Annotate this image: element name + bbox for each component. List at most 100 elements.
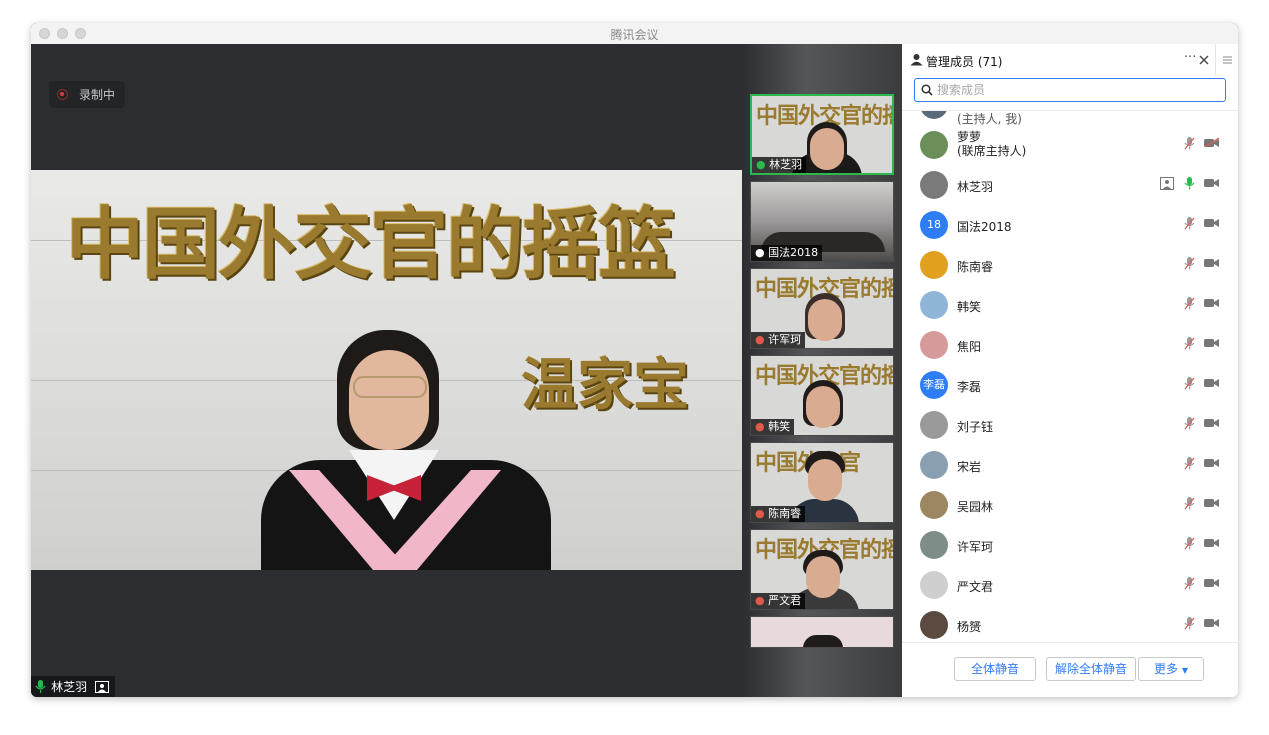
mic-muted-icon[interactable] <box>1184 577 1195 590</box>
mic-muted-icon[interactable] <box>1184 137 1195 150</box>
camera-icon[interactable] <box>1204 377 1220 389</box>
member-row[interactable]: (主持人, 我) <box>902 111 1238 126</box>
meeting-window: 腾讯会议 录制中 中国外交官的摇篮 温家宝 林芝羽 中国外交官的 ● 林芝羽 ●… <box>31 23 1238 697</box>
mic-on-icon[interactable] <box>1184 177 1195 190</box>
avatar <box>920 131 948 159</box>
member-role: (联席主持人) <box>957 144 1027 158</box>
hamburger-icon <box>1223 56 1232 64</box>
unmute-all-button[interactable]: 解除全体静音 <box>1046 657 1136 681</box>
member-row[interactable]: 韩笑 <box>902 285 1238 325</box>
member-search[interactable] <box>914 78 1226 102</box>
mic-on-icon <box>35 680 46 693</box>
speaker-name: 林芝羽 <box>51 680 88 694</box>
member-list: (主持人, 我) 萝萝 (联席主持人) 林芝羽 18 国法2018 陈南睿韩笑焦阳李磊 李磊… <box>902 110 1238 643</box>
mic-muted-icon: ● <box>755 333 765 346</box>
member-row[interactable]: 陈南睿 <box>902 245 1238 285</box>
mic-muted-icon[interactable] <box>1184 297 1195 310</box>
member-row[interactable]: 严文君 <box>902 565 1238 605</box>
recording-indicator[interactable]: 录制中 <box>49 81 125 108</box>
member-row[interactable]: 宋岩 <box>902 445 1238 485</box>
avatar <box>920 291 948 319</box>
more-options-button[interactable]: ··· <box>1184 50 1196 65</box>
more-dropdown-button[interactable]: 更多 ▼ <box>1138 657 1204 681</box>
member-row[interactable]: 许军珂 <box>902 525 1238 565</box>
video-tile[interactable]: ● 国法2018 <box>750 181 894 262</box>
video-tile[interactable] <box>750 616 894 648</box>
mic-muted-icon[interactable] <box>1184 257 1195 270</box>
tile-label: ● 国法2018 <box>751 245 823 261</box>
video-tile[interactable]: 中国外交官的摇篮 ● 许军珂 <box>750 268 894 349</box>
avatar <box>920 571 948 599</box>
camera-icon[interactable] <box>1204 457 1220 469</box>
camera-icon[interactable] <box>1204 337 1220 349</box>
member-name: 刘子钰 <box>957 420 994 434</box>
camera-icon[interactable] <box>1204 177 1220 189</box>
camera-off-icon[interactable] <box>1204 137 1220 149</box>
camera-icon[interactable] <box>1204 417 1220 429</box>
search-input[interactable] <box>937 81 1217 99</box>
camera-icon[interactable] <box>1204 217 1220 229</box>
tile-label: ● 韩笑 <box>751 419 795 435</box>
mute-all-button[interactable]: 全体静音 <box>954 657 1036 681</box>
member-row[interactable]: 李磊 李磊 <box>902 365 1238 405</box>
avatar: 李磊 <box>920 371 948 399</box>
mic-muted-icon: ● <box>755 507 765 520</box>
member-row[interactable]: 萝萝 (联席主持人) <box>902 125 1238 165</box>
mic-muted-icon[interactable] <box>1184 377 1195 390</box>
video-tile[interactable]: 中国外交官的摇篮 ● 林芝羽 <box>750 94 894 175</box>
main-speaker-video[interactable]: 中国外交官的摇篮 温家宝 <box>31 170 742 570</box>
avatar-initials: 18 <box>927 218 941 231</box>
member-row[interactable]: 林芝羽 <box>902 165 1238 205</box>
panel-title: 管理成员 (71) <box>926 55 1003 69</box>
member-row[interactable]: 18 国法2018 <box>902 205 1238 245</box>
member-name: 陈南睿 <box>957 260 994 274</box>
avatar-initials: 李磊 <box>923 378 945 391</box>
mic-muted-icon[interactable] <box>1184 537 1195 550</box>
mic-muted-icon[interactable] <box>1184 497 1195 510</box>
video-tile[interactable]: 中国外交官 ● 陈南睿 <box>750 442 894 523</box>
member-name: 宋岩 <box>957 460 982 474</box>
member-name: 严文君 <box>957 580 994 594</box>
camera-icon[interactable] <box>1204 617 1220 629</box>
mic-icon: ● <box>755 246 765 259</box>
video-tile[interactable]: 中国外交官的摇篮 ● 韩笑 <box>750 355 894 436</box>
avatar <box>920 491 948 519</box>
more-label: 更多 <box>1154 662 1179 676</box>
member-row[interactable]: 杨赟 <box>902 605 1238 643</box>
member-row[interactable]: 焦阳 <box>902 325 1238 365</box>
mic-muted-icon[interactable] <box>1184 337 1195 350</box>
video-gallery: 中国外交官的摇篮 ● 林芝羽 ● 国法2018 中国外交官的摇篮 ● 许军珂 <box>742 44 902 697</box>
calligraphy-inscription: 中国外交官的摇篮 <box>66 199 676 290</box>
member-name: 许军珂 <box>957 540 994 554</box>
member-row[interactable]: 吴园林 <box>902 485 1238 525</box>
member-row[interactable]: 刘子钰 <box>902 405 1238 445</box>
close-panel-icon[interactable] <box>1199 55 1209 65</box>
member-name: 林芝羽 <box>957 180 994 194</box>
caret-down-icon: ▼ <box>1181 666 1188 675</box>
calligraphy-signature: 温家宝 <box>521 352 689 418</box>
video-tile[interactable]: 中国外交官的摇篮 ● 严文君 <box>750 529 894 610</box>
member-name: 焦阳 <box>957 340 982 354</box>
avatar <box>920 171 948 199</box>
camera-icon[interactable] <box>1204 577 1220 589</box>
mic-muted-icon[interactable] <box>1184 457 1195 470</box>
screen-share-icon <box>1160 177 1174 190</box>
mic-on-icon: ● <box>756 158 766 171</box>
panel-menu-button[interactable] <box>1215 44 1238 76</box>
camera-icon[interactable] <box>1204 297 1220 309</box>
speaker-glasses <box>353 376 427 398</box>
main-stage: 录制中 中国外交官的摇篮 温家宝 林芝羽 <box>31 44 742 697</box>
camera-icon[interactable] <box>1204 537 1220 549</box>
camera-icon[interactable] <box>1204 257 1220 269</box>
member-name: 李磊 <box>957 380 982 394</box>
members-icon <box>910 54 923 66</box>
recording-label: 录制中 <box>79 88 116 102</box>
mic-muted-icon[interactable] <box>1184 417 1195 430</box>
screen-share-icon <box>95 680 110 693</box>
mic-muted-icon[interactable] <box>1184 217 1195 230</box>
mic-muted-icon[interactable] <box>1184 617 1195 630</box>
recording-dot-icon <box>57 89 68 100</box>
camera-icon[interactable] <box>1204 497 1220 509</box>
search-icon <box>921 84 933 96</box>
panel-header: 管理成员 (71) ··· <box>902 44 1238 76</box>
